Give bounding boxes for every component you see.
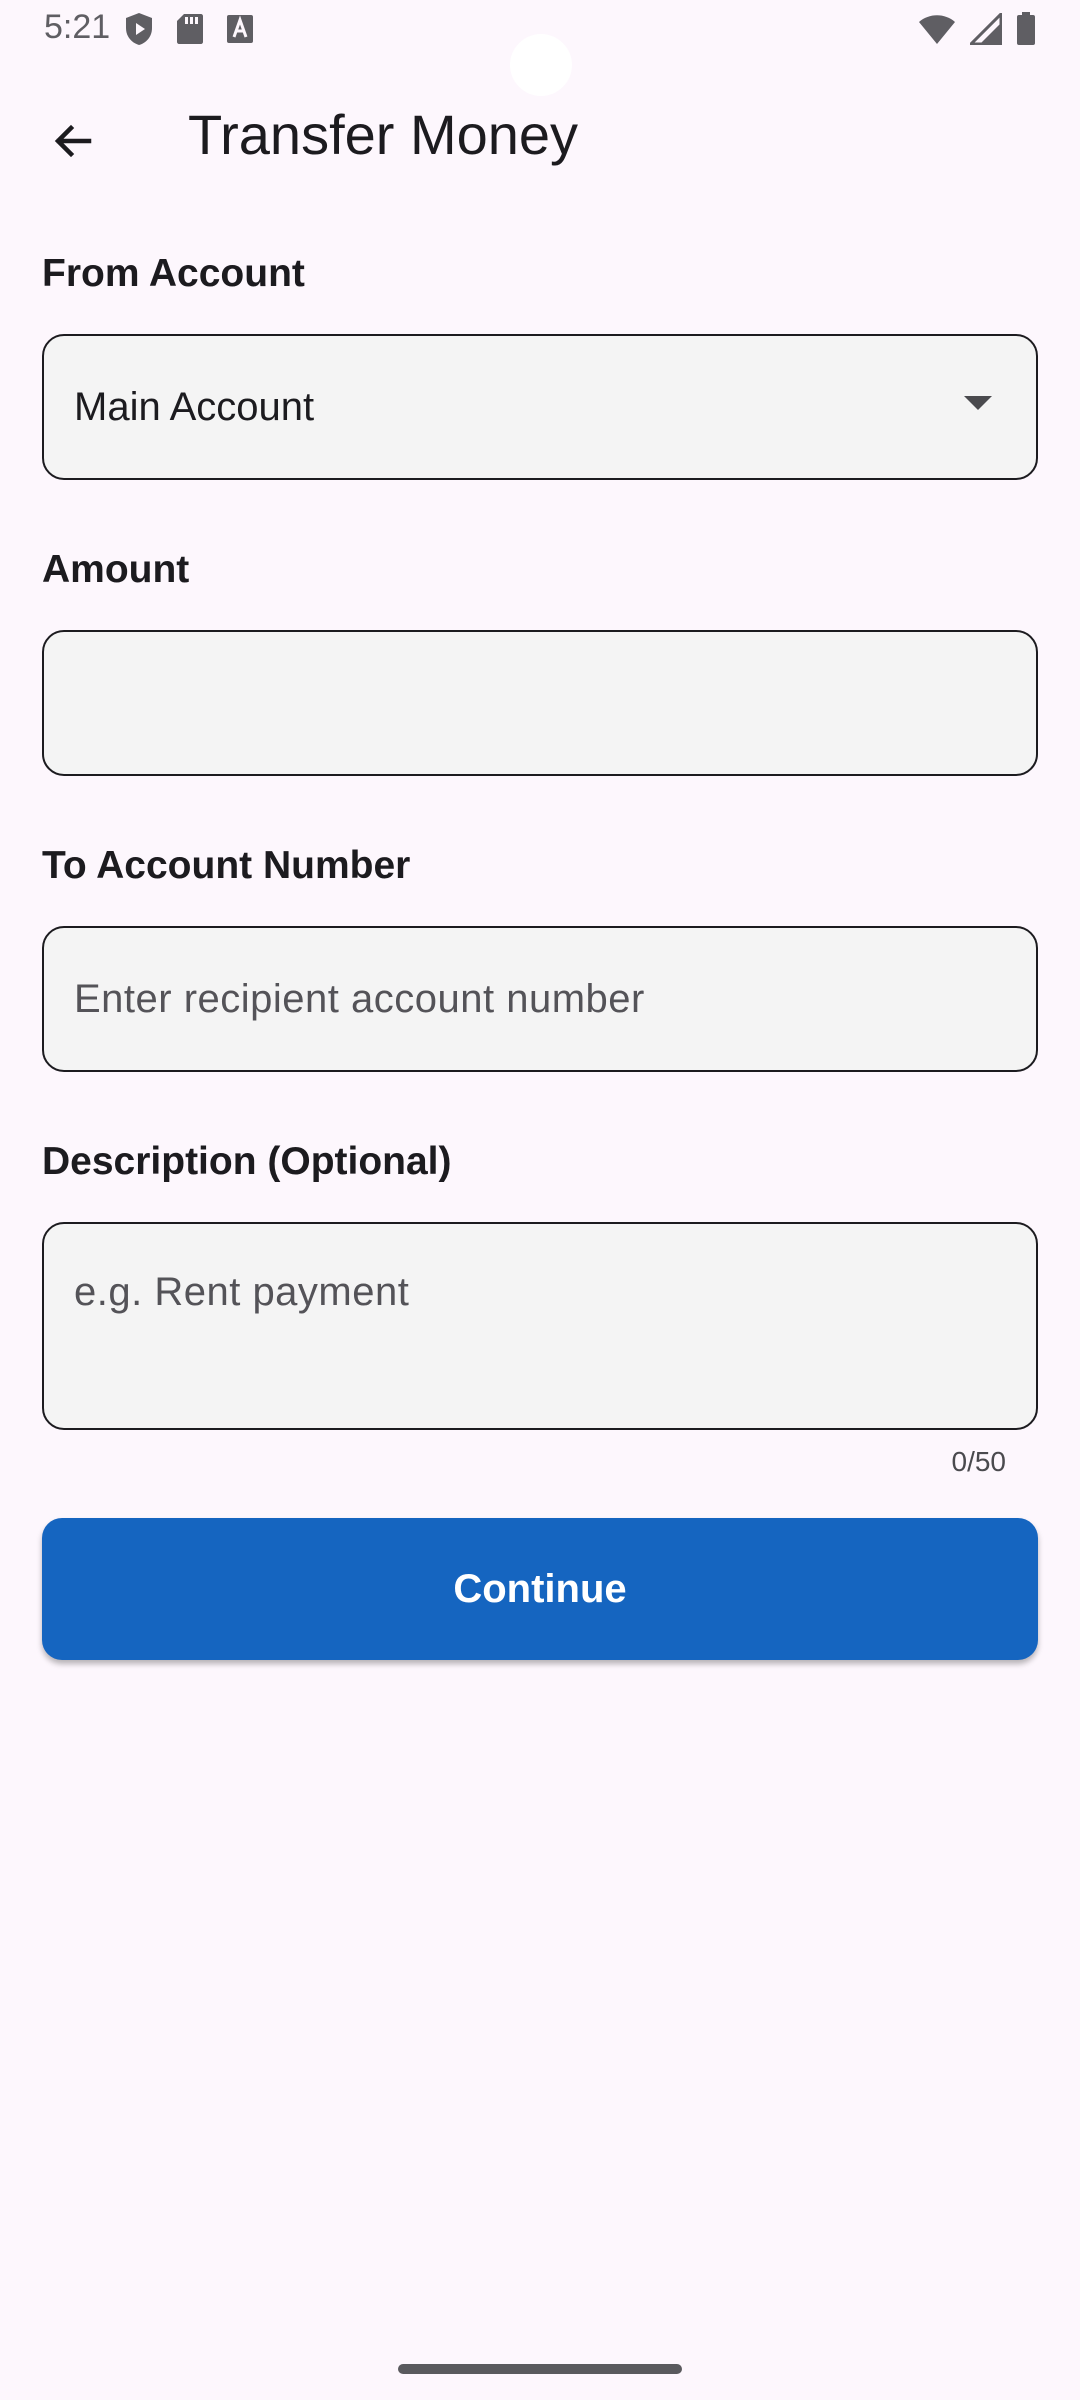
description-group: Description (Optional) e.g. Rent payment…	[42, 1138, 1038, 1478]
description-char-counter: 0/50	[951, 1446, 1007, 1477]
to-account-field[interactable]: Enter recipient account number	[42, 926, 1038, 1072]
continue-button[interactable]: Continue	[42, 1518, 1038, 1660]
description-placeholder: e.g. Rent payment	[74, 1270, 410, 1314]
battery-icon	[1016, 12, 1036, 51]
back-button[interactable]	[28, 98, 118, 188]
from-account-dropdown[interactable]: Main Account	[42, 334, 1038, 480]
dropdown-arrow-icon	[964, 396, 992, 410]
to-account-placeholder: Enter recipient account number	[74, 976, 645, 1021]
transfer-form: From Account Main Account Amount To Acco…	[42, 250, 1038, 1478]
description-field[interactable]: e.g. Rent payment	[42, 1222, 1038, 1430]
from-account-group: From Account Main Account	[42, 250, 1038, 480]
shield-play-icon	[124, 12, 154, 51]
status-time: 5:21	[44, 8, 111, 46]
font-a-icon	[226, 14, 254, 49]
description-label: Description (Optional)	[42, 1140, 452, 1183]
status-left-icons	[124, 12, 254, 51]
to-account-label: To Account Number	[42, 844, 411, 887]
amount-group: Amount	[42, 546, 1038, 776]
from-account-selected: Main Account	[74, 384, 315, 429]
sd-card-icon	[176, 13, 204, 50]
camera-cutout	[510, 34, 572, 96]
wifi-icon	[918, 13, 956, 50]
page-title: Transfer Money	[188, 103, 579, 166]
to-account-group: To Account Number Enter recipient accoun…	[42, 842, 1038, 1072]
continue-button-label: Continue	[453, 1566, 627, 1611]
app-bar: Transfer Money	[0, 90, 1080, 182]
cell-signal-icon	[967, 10, 1003, 50]
amount-label: Amount	[42, 548, 190, 591]
status-right-icons	[918, 10, 1036, 51]
amount-field[interactable]	[42, 630, 1038, 776]
home-indicator[interactable]	[398, 2364, 682, 2374]
from-account-label: From Account	[42, 252, 305, 295]
arrow-back-icon	[49, 117, 97, 170]
